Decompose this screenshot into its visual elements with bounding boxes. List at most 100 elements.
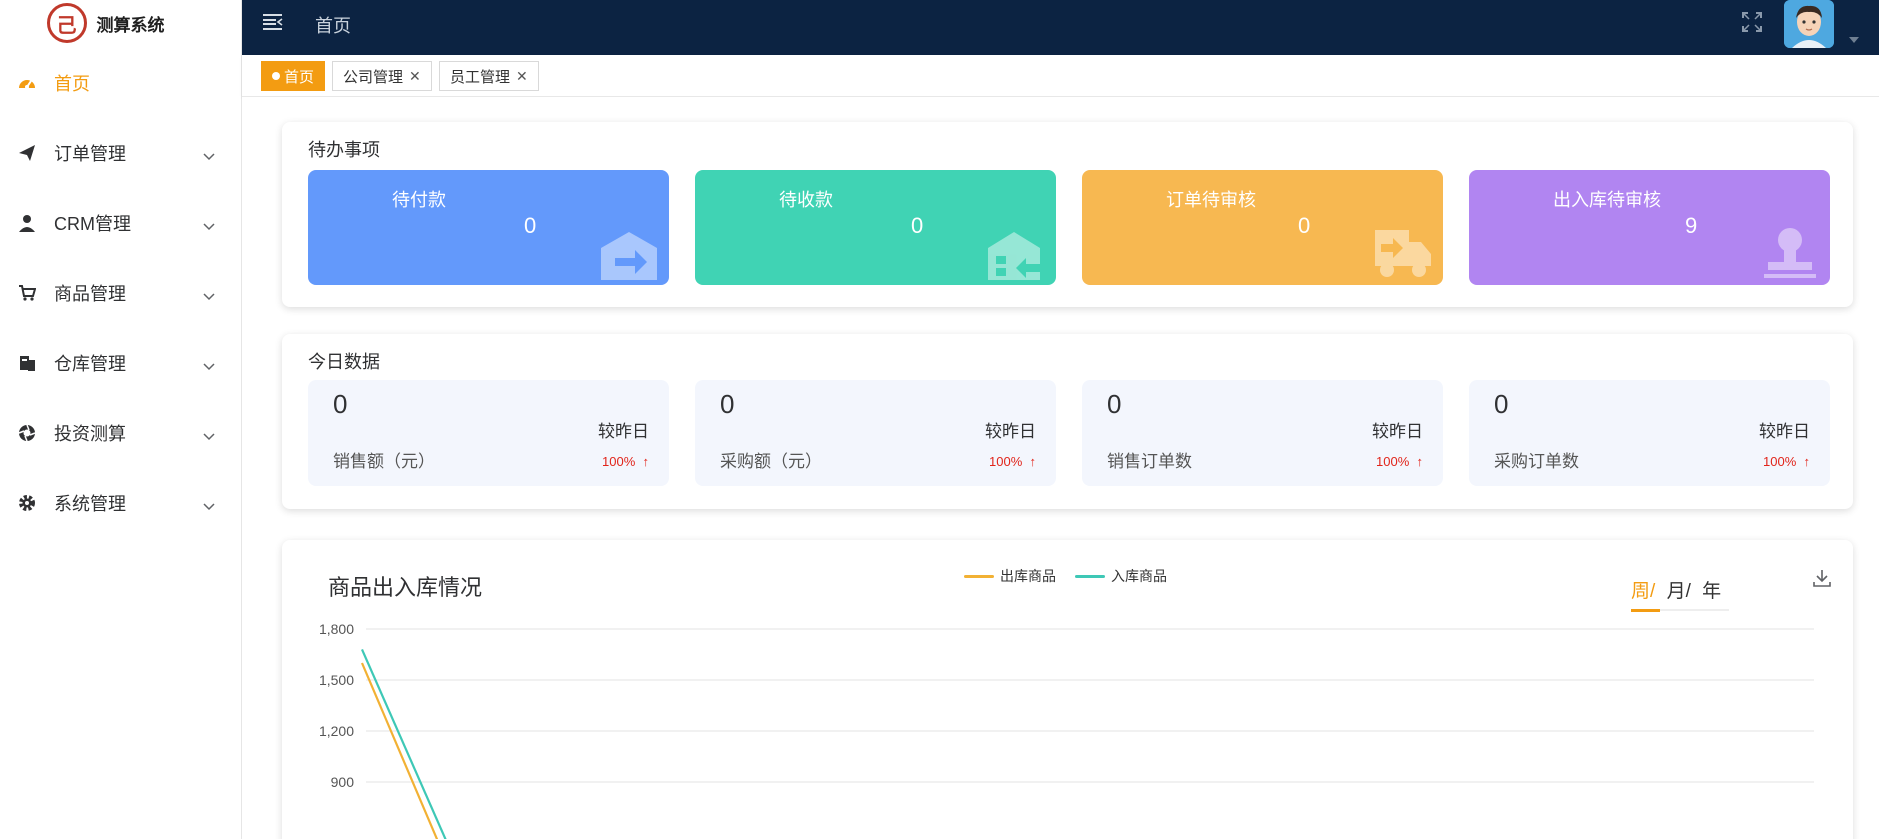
today-label: 采购额（元） [720, 452, 822, 471]
sidebar-item-warehouse[interactable]: 仓库管理 [0, 328, 241, 398]
chevron-down-icon [203, 285, 215, 306]
today-sales-card: 0 较昨日 销售额（元） 100% ↑ [308, 380, 669, 486]
tag-label: 公司管理 [343, 68, 404, 86]
sidebar-item-crm[interactable]: CRM管理 [0, 188, 241, 258]
sidebar-item-home[interactable]: 首页 [0, 48, 241, 118]
pending-title: 待办事项 [308, 140, 380, 160]
tags-view: 首页 公司管理 ✕ 员工管理 ✕ [242, 55, 1879, 97]
line-chart: 1,800 1,500 1,200 900 [319, 621, 1814, 839]
y-tick-label: 900 [331, 774, 355, 790]
today-purchase-orders-card: 0 较昨日 采购订单数 100% ↑ [1469, 380, 1830, 486]
pending-payment-card[interactable]: 待付款 0 [308, 170, 669, 285]
arrow-up-icon: ↑ [1412, 454, 1423, 469]
today-label: 采购订单数 [1494, 452, 1579, 471]
sidebar-item-label: 仓库管理 [54, 354, 126, 374]
pending-card: 待办事项 待付款 0 待收款 0 订单待审核 0 出入库待审核 9 [282, 122, 1853, 307]
tag-employee[interactable]: 员工管理 ✕ [439, 61, 539, 91]
sidebar: 己 测算系统 首页 订单管理 CRM管理 商品管理 仓库管理 投资测算 系统管理 [0, 0, 242, 839]
tag-home[interactable]: 首页 [261, 61, 326, 91]
active-dot-icon [272, 72, 280, 80]
pending-stock-review-card[interactable]: 出入库待审核 9 [1469, 170, 1830, 285]
pending-value: 9 [1685, 213, 1698, 238]
user-icon [16, 212, 38, 234]
tag-company[interactable]: 公司管理 ✕ [332, 61, 432, 91]
stamp-icon [1760, 226, 1820, 285]
change-indicator: 100% ↑ [989, 454, 1036, 469]
caret-down-icon[interactable] [1848, 31, 1860, 49]
tag-label: 员工管理 [450, 68, 511, 86]
change-indicator: 100% ↑ [602, 454, 649, 469]
logo[interactable]: 己 测算系统 [0, 0, 241, 46]
logo-mark-icon: 己 [46, 3, 87, 43]
y-tick-label: 1,800 [319, 621, 354, 637]
sidebar-menu: 首页 订单管理 CRM管理 商品管理 仓库管理 投资测算 系统管理 [0, 48, 241, 538]
pending-label: 待付款 [392, 190, 446, 210]
dashboard-icon [16, 72, 38, 94]
series-line [360, 648, 447, 839]
compare-label: 较昨日 [598, 422, 649, 441]
sidebar-item-orders[interactable]: 订单管理 [0, 118, 241, 188]
arrow-up-icon: ↑ [1025, 454, 1036, 469]
today-value: 0 [1107, 389, 1122, 419]
top-header: 首页 [242, 0, 1879, 55]
today-sales-orders-card: 0 较昨日 销售订单数 100% ↑ [1082, 380, 1443, 486]
sidebar-item-label: 商品管理 [54, 284, 126, 304]
pending-value: 0 [911, 213, 924, 238]
change-indicator: 100% ↑ [1763, 454, 1810, 469]
sidebar-item-products[interactable]: 商品管理 [0, 258, 241, 328]
sidebar-item-investment[interactable]: 投资测算 [0, 398, 241, 468]
main-content: 待办事项 待付款 0 待收款 0 订单待审核 0 出入库待审核 9 今日数据 0… [242, 97, 1879, 839]
today-label: 销售额（元） [333, 452, 435, 471]
pending-label: 出入库待审核 [1553, 190, 1661, 210]
sidebar-item-label: 订单管理 [54, 144, 126, 164]
today-value: 0 [720, 389, 735, 419]
menu-toggle-icon[interactable] [262, 12, 286, 36]
today-data-card: 今日数据 0 较昨日 销售额（元） 100% ↑ 0 较昨日 采购额（元） 10… [282, 334, 1853, 509]
pending-label: 待收款 [779, 190, 833, 210]
fullscreen-icon[interactable] [1740, 10, 1764, 34]
y-tick-label: 1,200 [319, 723, 354, 739]
change-value: 100% [602, 454, 636, 469]
today-value: 0 [333, 389, 348, 419]
chevron-down-icon [203, 425, 215, 446]
pending-value: 0 [524, 213, 537, 238]
avatar[interactable] [1784, 0, 1834, 48]
breadcrumb: 首页 [315, 16, 351, 36]
change-value: 100% [989, 454, 1023, 469]
gear-icon [16, 492, 38, 514]
today-label: 销售订单数 [1107, 452, 1192, 471]
compare-label: 较昨日 [1759, 422, 1810, 441]
arrow-up-icon: ↑ [638, 454, 649, 469]
warehouse-in-icon [986, 228, 1046, 285]
sidebar-item-label: CRM管理 [54, 214, 131, 234]
close-icon[interactable]: ✕ [516, 68, 528, 85]
pending-value: 0 [1298, 213, 1311, 238]
change-value: 100% [1376, 454, 1410, 469]
change-indicator: 100% ↑ [1376, 454, 1423, 469]
chevron-down-icon [203, 215, 215, 236]
y-tick-label: 1,500 [319, 672, 354, 688]
chevron-down-icon [203, 145, 215, 166]
change-value: 100% [1763, 454, 1797, 469]
pending-order-review-card[interactable]: 订单待审核 0 [1082, 170, 1443, 285]
pending-receivable-card[interactable]: 待收款 0 [695, 170, 1056, 285]
stock-chart-card: 商品出入库情况 出库商品 入库商品 周/ 月/ 年 1,800 1,500 1,20… [282, 540, 1853, 839]
sidebar-item-label: 投资测算 [54, 424, 126, 444]
sidebar-item-system[interactable]: 系统管理 [0, 468, 241, 538]
logo-text: 测算系统 [96, 15, 165, 35]
compare-label: 较昨日 [1372, 422, 1423, 441]
pending-label: 订单待审核 [1166, 190, 1256, 210]
chevron-down-icon [203, 495, 215, 516]
warehouse-icon [16, 352, 38, 374]
cart-icon [16, 282, 38, 304]
chevron-down-icon [203, 355, 215, 376]
sidebar-item-label: 系统管理 [54, 494, 126, 514]
arrow-up-icon: ↑ [1799, 454, 1810, 469]
today-purchase-card: 0 较昨日 采购额（元） 100% ↑ [695, 380, 1056, 486]
tag-label: 首页 [284, 68, 315, 86]
box-arrow-icon [599, 228, 659, 285]
compare-label: 较昨日 [985, 422, 1036, 441]
aperture-icon [16, 422, 38, 444]
today-value: 0 [1494, 389, 1509, 419]
close-icon[interactable]: ✕ [409, 68, 421, 85]
